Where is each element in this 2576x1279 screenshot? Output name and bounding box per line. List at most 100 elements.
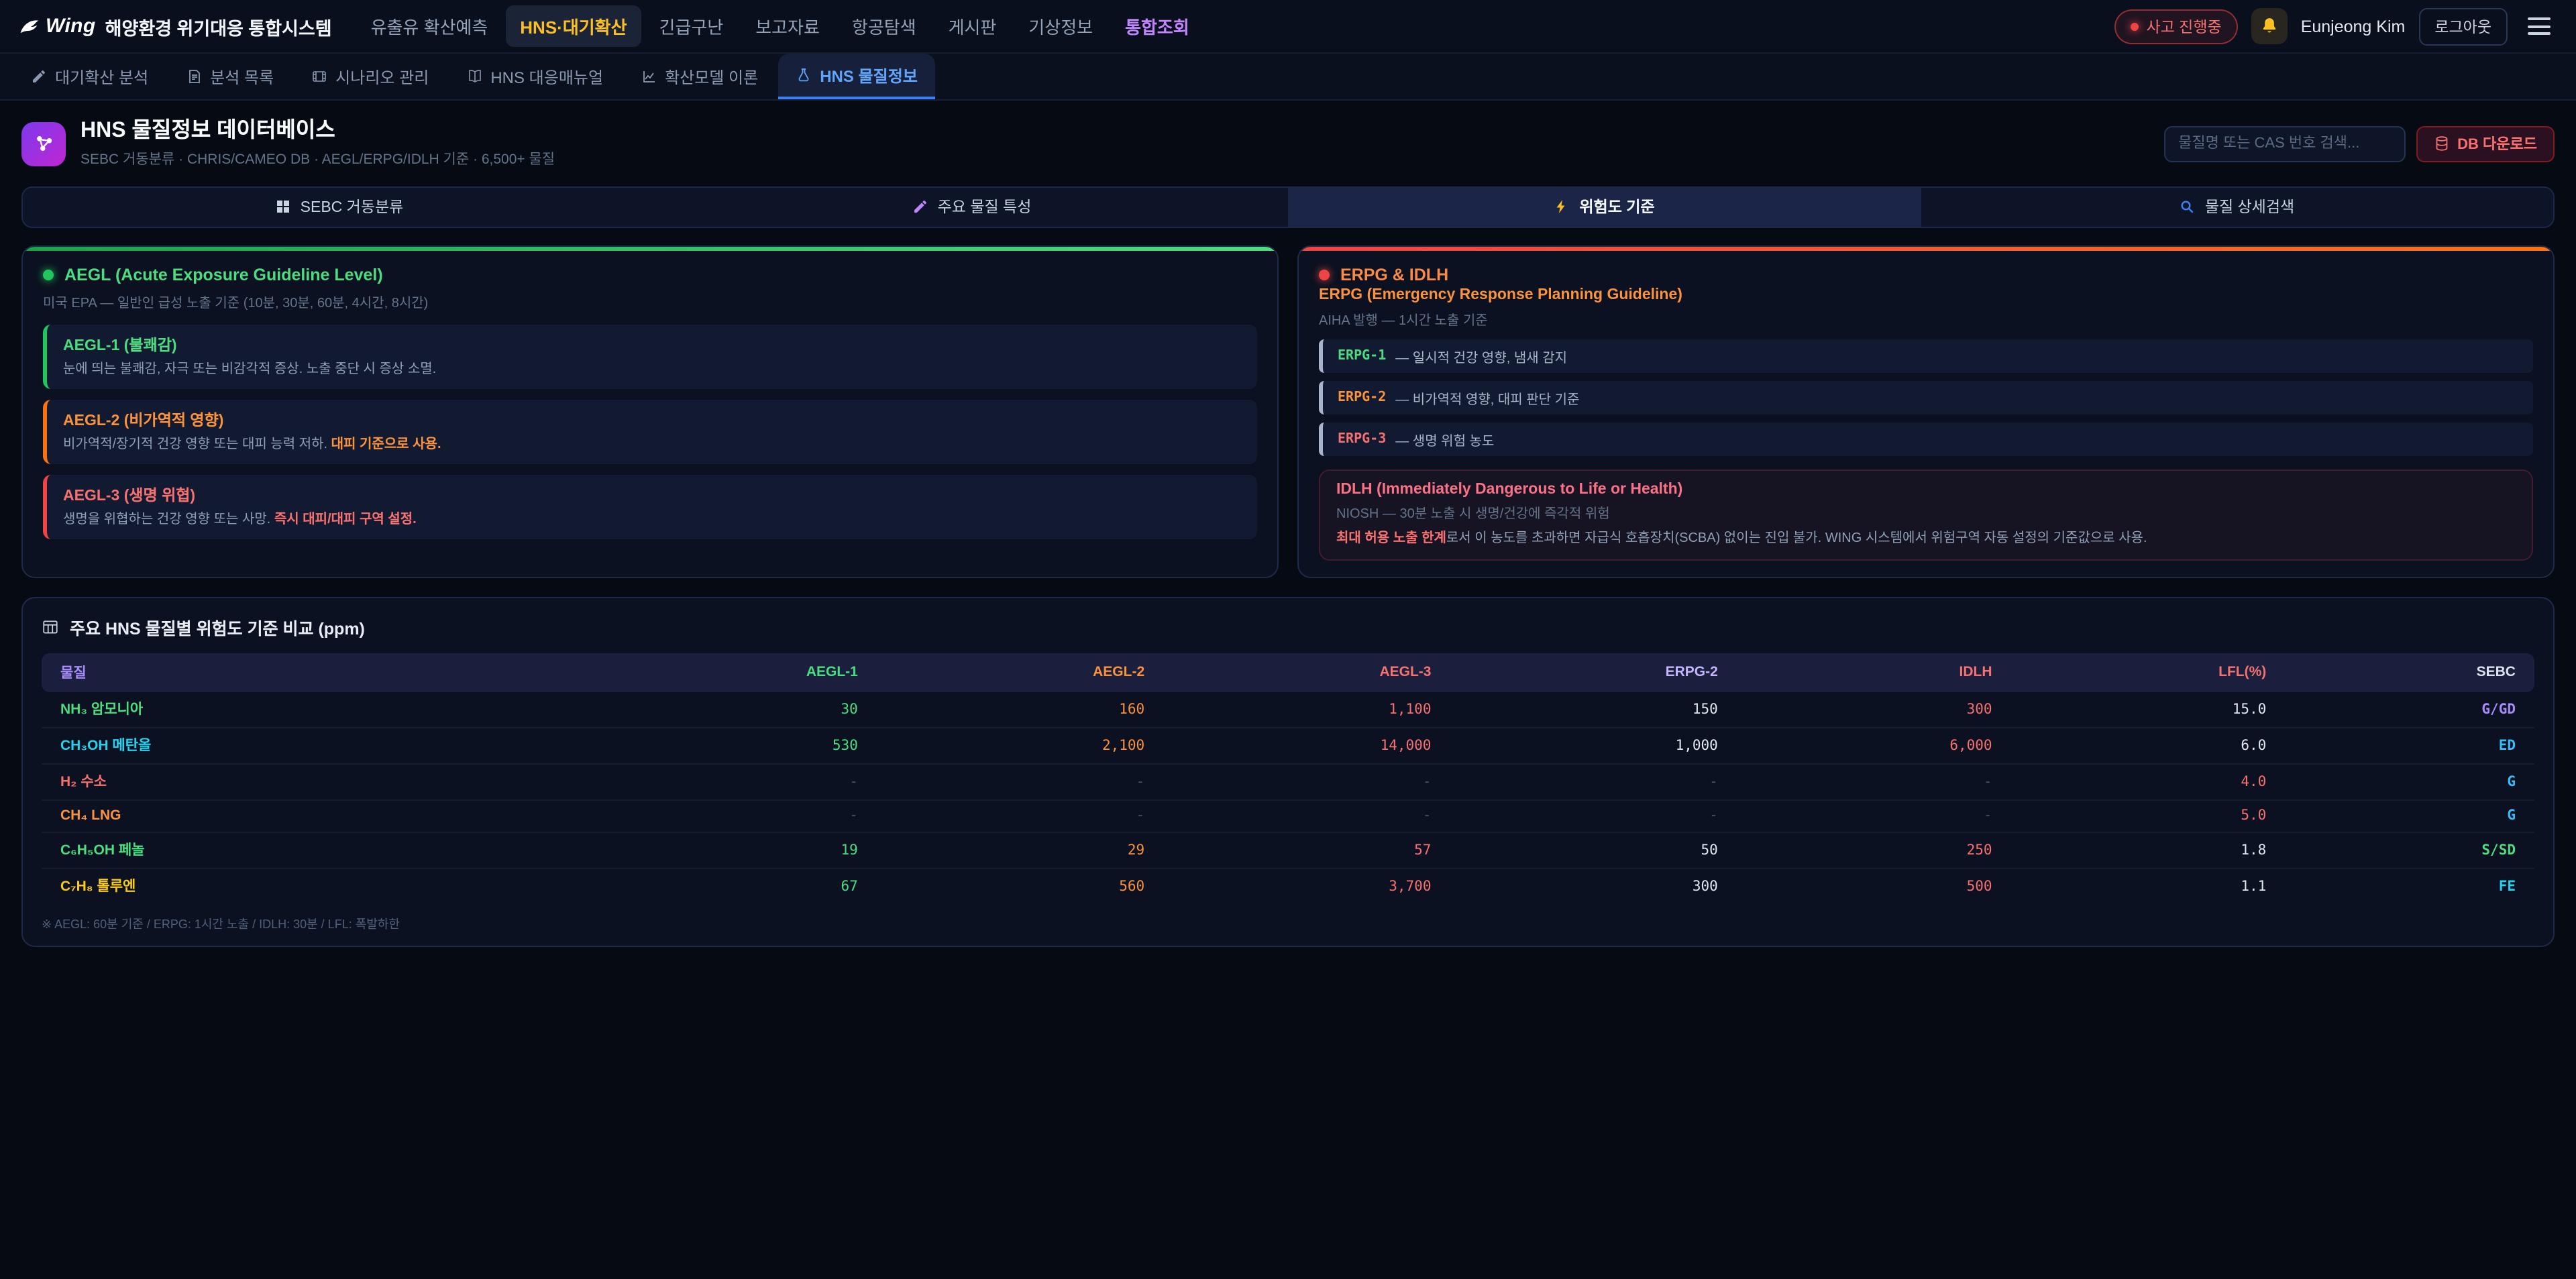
molecule-icon (32, 132, 56, 156)
erpg-1-desc: — 일시적 건강 영향, 냄새 감지 (1395, 345, 1567, 366)
section-tab-sebc[interactable]: SEBC 거동분류 (23, 187, 655, 226)
erpg-row-3: ERPG-3 — 생명 위험 농도 (1319, 422, 2533, 455)
grid-icon (275, 199, 291, 215)
criteria-cards: AEGL (Acute Exposure Guideline Level) 미국… (21, 245, 2555, 577)
user-name: Eunjeong Kim (2301, 17, 2406, 36)
section-tabs: SEBC 거동분류 주요 물질 특성 위험도 기준 물질 상세검색 (21, 186, 2555, 227)
subnav-tab-hns-substance-info[interactable]: HNS 물질정보 (778, 54, 935, 99)
table-title-row: 주요 HNS 물질별 위험도 기준 비교 (ppm) (42, 614, 2534, 639)
menu-item-reports[interactable]: 보고자료 (741, 5, 835, 47)
subnav-tab-analysis-list[interactable]: 분석 목록 (168, 54, 291, 99)
aegl-level-2-desc: 비가역적/장기적 건강 영향 또는 대피 능력 저하. 대피 기준으로 사용. (63, 435, 1241, 454)
subnav-tab-hns-manual[interactable]: HNS 대응매뉴얼 (449, 54, 621, 99)
cell-sebc: G (2285, 763, 2534, 799)
substance-search-input[interactable] (2163, 126, 2405, 162)
cell-lfl: 15.0 (2011, 691, 2286, 727)
aegl-level-1-desc: 눈에 띄는 불쾌감, 자극 또는 비감각적 증상. 노출 중단 시 증상 소멸. (63, 360, 1241, 379)
notifications-button[interactable] (2251, 8, 2288, 44)
cell-aegl2: 2,100 (877, 727, 1163, 763)
menu-item-aerial-search[interactable]: 항공탐색 (837, 5, 931, 47)
col-header-sebc: SEBC (2285, 653, 2534, 691)
model-icon (641, 68, 657, 85)
menu-toggle-button[interactable] (2521, 11, 2557, 42)
scenario-icon (311, 68, 327, 85)
menu-item-hns-atmospheric[interactable]: HNS·대기확산 (505, 5, 641, 47)
erpg-1-label: ERPG-1 (1338, 348, 1386, 363)
aegl-level-1-name: AEGL-1 (불쾌감) (63, 333, 1241, 355)
incident-status-badge[interactable]: 사고 진행중 (2114, 9, 2237, 44)
idlh-section: IDLH (Immediately Dangerous to Life or H… (1319, 469, 2533, 560)
green-status-dot (43, 269, 54, 280)
menu-item-rescue[interactable]: 긴급구난 (645, 5, 739, 47)
cell-sebc: G/GD (2285, 691, 2534, 727)
brand: Wing 해양환경 위기대응 통합시스템 (19, 13, 332, 40)
cell-lfl: 4.0 (2011, 763, 2286, 799)
erpg-3-desc: — 생명 위험 농도 (1395, 429, 1494, 449)
erpg-panel-header: ERPG & IDLH (1319, 265, 2533, 284)
manual-icon (466, 68, 482, 85)
cell-erpg2: 150 (1450, 691, 1736, 727)
cell-substance: CH₃OH 메탄올 (42, 727, 590, 763)
cell-sebc: ED (2285, 727, 2534, 763)
idlh-body: 최대 허용 노출 한계로서 이 농도를 초과하면 자급식 호흡장치(SCBA) … (1336, 528, 2516, 548)
aegl-level-2: AEGL-2 (비가역적 영향) 비가역적/장기적 건강 영향 또는 대피 능력… (43, 399, 1257, 463)
cell-erpg2: - (1450, 763, 1736, 799)
menu-item-integrated-search[interactable]: 통합조회 (1110, 5, 1204, 47)
table-row: H₂ 수소 - - - - - 4.0 G (42, 763, 2534, 799)
cell-sebc: S/SD (2285, 832, 2534, 868)
cell-idlh: 250 (1737, 832, 2011, 868)
cell-sebc: FE (2285, 868, 2534, 903)
cell-idlh: - (1737, 799, 2011, 832)
erpg-idlh-panel: ERPG & IDLH ERPG (Emergency Response Pla… (1297, 245, 2555, 577)
hamburger-icon (2528, 17, 2551, 20)
subnav-tab-atmospheric-analysis[interactable]: 대기확산 분석 (13, 54, 166, 99)
cell-lfl: 1.8 (2011, 832, 2286, 868)
table-row: CH₃OH 메탄올 530 2,100 14,000 1,000 6,000 6… (42, 727, 2534, 763)
section-tab-properties[interactable]: 주요 물질 특성 (655, 187, 1288, 226)
db-download-button[interactable]: DB 다운로드 (2416, 126, 2555, 162)
idlh-title: IDLH (Immediately Dangerous to Life or H… (1336, 481, 2516, 497)
col-header-aegl3: AEGL-3 (1163, 653, 1450, 691)
cell-substance: NH₃ 암모니아 (42, 691, 590, 727)
sub-navbar: 대기확산 분석 분석 목록 시나리오 관리 HNS 대응매뉴얼 확산모델 이론 … (0, 54, 2576, 101)
menu-item-oil-spill[interactable]: 유출유 확산예측 (356, 5, 503, 47)
cell-aegl3: 3,700 (1163, 868, 1450, 903)
table-row: NH₃ 암모니아 30 160 1,100 150 300 15.0 G/GD (42, 691, 2534, 727)
cell-aegl1: - (590, 763, 877, 799)
red-status-dot (1319, 269, 1330, 280)
wing-icon (19, 15, 40, 37)
cell-aegl2: - (877, 799, 1163, 832)
cell-aegl3: 1,100 (1163, 691, 1450, 727)
subnav-tab-scenario-management[interactable]: 시나리오 관리 (294, 54, 446, 99)
flask-icon (796, 67, 812, 83)
cell-aegl3: 14,000 (1163, 727, 1450, 763)
aegl-level-3-desc: 생명을 위협하는 건강 영향 또는 사망. 즉시 대피/대피 구역 설정. (63, 510, 1241, 529)
cell-idlh: 6,000 (1737, 727, 2011, 763)
subnav-tab-diffusion-model-theory[interactable]: 확산모델 이론 (623, 54, 775, 99)
bell-icon (2259, 16, 2279, 36)
erpg-3-label: ERPG-3 (1338, 431, 1386, 446)
search-icon (2180, 199, 2196, 215)
cell-erpg2: 1,000 (1450, 727, 1736, 763)
erpg-row-2: ERPG-2 — 비가역적 영향, 대피 판단 기준 (1319, 380, 2533, 414)
cell-aegl3: - (1163, 799, 1450, 832)
cell-lfl: 1.1 (2011, 868, 2286, 903)
cell-aegl1: - (590, 799, 877, 832)
bolt-icon (1554, 199, 1570, 215)
page-subtitle: SEBC 거동분류 · CHRIS/CAMEO DB · AEGL/ERPG/I… (80, 148, 555, 168)
section-tab-hazard-criteria[interactable]: 위험도 기준 (1288, 187, 1921, 226)
table-footnote: ※ AEGL: 60분 기준 / ERPG: 1시간 노출 / IDLH: 30… (42, 914, 2534, 932)
erpg-panel-title: ERPG & IDLH (1340, 265, 1448, 284)
menu-item-board[interactable]: 게시판 (934, 5, 1012, 47)
cell-aegl1: 530 (590, 727, 877, 763)
table-title: 주요 HNS 물질별 위험도 기준 비교 (ppm) (70, 614, 365, 639)
col-header-substance: 물질 (42, 653, 590, 691)
section-tab-detail-search[interactable]: 물질 상세검색 (1921, 187, 2553, 226)
cell-idlh: 500 (1737, 868, 2011, 903)
menu-item-weather[interactable]: 기상정보 (1014, 5, 1108, 47)
aegl-panel: AEGL (Acute Exposure Guideline Level) 미국… (21, 245, 1279, 577)
brand-logo-text: Wing (46, 15, 96, 38)
main-menu: 유출유 확산예측 HNS·대기확산 긴급구난 보고자료 항공탐색 게시판 기상정… (356, 5, 1204, 47)
logout-button[interactable]: 로그아웃 (2418, 7, 2508, 45)
table-header-row: 물질 AEGL-1 AEGL-2 AEGL-3 ERPG-2 IDLH LFL(… (42, 653, 2534, 691)
